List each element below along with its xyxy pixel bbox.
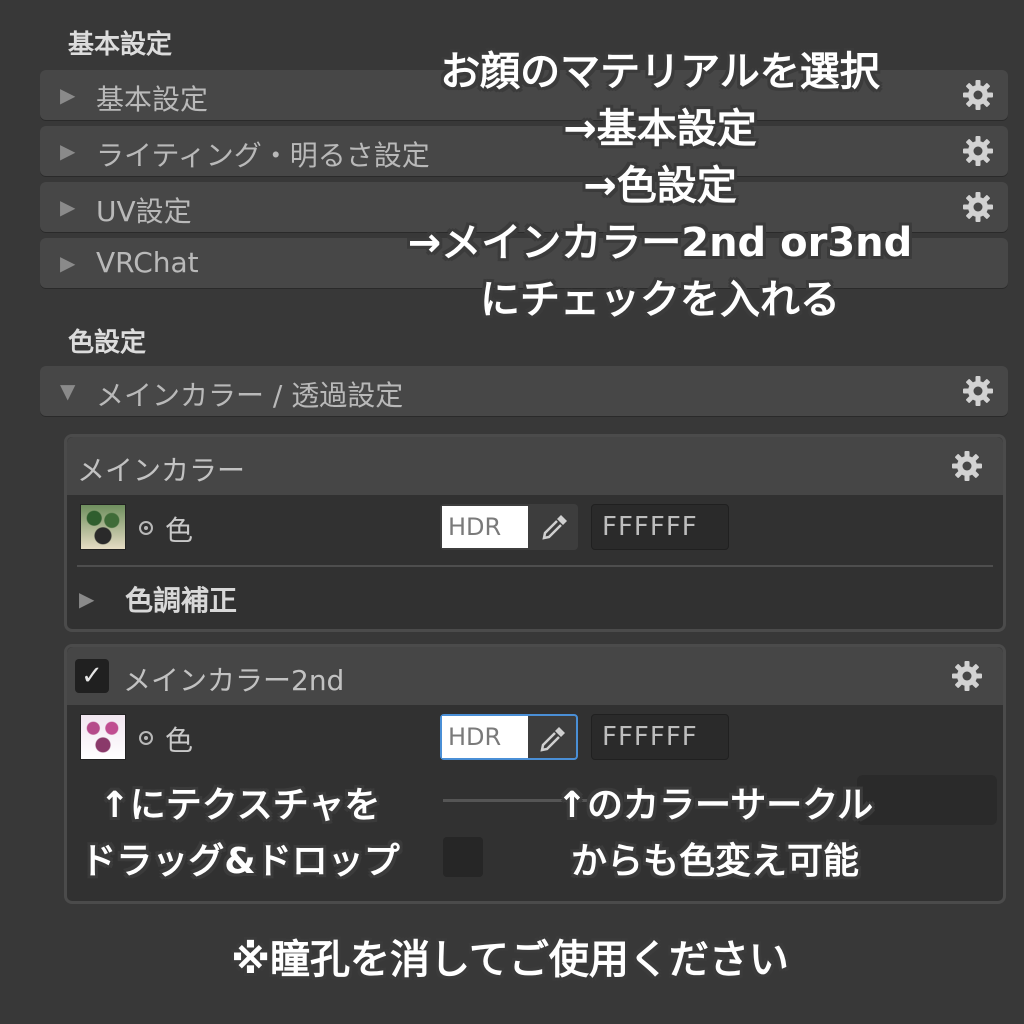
main-color-2nd-header-label: メインカラー2nd xyxy=(123,664,345,697)
hint-line: からも色変え可能 xyxy=(570,841,859,882)
main-color-box: メインカラー 色 HDR FFFFFF ▶ 色調補正 xyxy=(64,434,1006,632)
foldout-main-color-transparency[interactable]: ▼ メインカラー / 透過設定 xyxy=(40,366,1008,416)
basic-settings-section-title: 基本設定 xyxy=(68,30,173,60)
main-color-header-label: メインカラー xyxy=(77,454,246,487)
gear-icon[interactable] xyxy=(951,660,983,692)
expand-triangle-icon: ▶ xyxy=(60,195,76,219)
hdr-swatch: HDR xyxy=(442,716,528,758)
color-circle-hint-caption: ↑のカラーサークル からも色変え可能 xyxy=(500,778,930,890)
hint-line: ドラッグ&ドロップ xyxy=(80,841,400,882)
color-property-label: 色 xyxy=(165,514,194,547)
texture-hint-caption: ↑にテクスチャを ドラッグ&ドロップ xyxy=(40,778,440,890)
gear-icon[interactable] xyxy=(962,375,994,407)
expand-triangle-icon: ▶ xyxy=(60,83,76,107)
inspector-panel: 基本設定 ▶ 基本設定 ▶ ライティング・明るさ設定 ▶ UV設定 ▶ VRCh… xyxy=(0,0,1024,1024)
foldout-label: VRChat xyxy=(96,246,199,279)
option-checkbox[interactable] xyxy=(443,837,483,877)
expand-triangle-icon: ▶ xyxy=(60,251,76,275)
expand-triangle-icon[interactable]: ▶ xyxy=(79,587,94,611)
color-property-label: 色 xyxy=(165,724,194,757)
gear-icon[interactable] xyxy=(951,450,983,482)
divider xyxy=(77,565,993,567)
object-picker-icon[interactable] xyxy=(139,731,153,745)
hex-color-input[interactable]: FFFFFF xyxy=(591,504,729,550)
instruction-line: →基本設定 xyxy=(563,106,757,152)
instruction-line: お顔のマテリアルを選択 xyxy=(440,49,880,95)
hdr-color-field[interactable]: HDR xyxy=(440,714,578,760)
main-color-2nd-box-header: ✓ メインカラー2nd xyxy=(67,647,1003,705)
top-instruction-caption: お顔のマテリアルを選択 →基本設定 →色設定 →メインカラー2nd or3nd … xyxy=(350,44,970,329)
main-texture-thumbnail[interactable] xyxy=(80,504,126,550)
foldout-label: 基本設定 xyxy=(96,83,209,116)
foldout-label: メインカラー / 透過設定 xyxy=(96,379,404,412)
instruction-line: →色設定 xyxy=(583,163,737,209)
hint-line: ↑のカラーサークル xyxy=(556,785,874,826)
main-texture-2nd-thumbnail[interactable] xyxy=(80,714,126,760)
instruction-line: →メインカラー2nd or3nd xyxy=(407,220,913,266)
object-picker-icon[interactable] xyxy=(139,521,153,535)
hdr-color-field[interactable]: HDR xyxy=(440,504,578,550)
color-settings-section-title: 色設定 xyxy=(68,328,147,358)
main-color-box-header: メインカラー xyxy=(67,437,1003,495)
foldout-label: UV設定 xyxy=(96,195,192,228)
hdr-swatch: HDR xyxy=(442,506,528,548)
expand-triangle-icon: ▶ xyxy=(60,139,76,163)
instruction-line: にチェックを入れる xyxy=(480,277,840,323)
main-color-2nd-checkbox[interactable]: ✓ xyxy=(75,659,109,693)
tone-correction-label[interactable]: 色調補正 xyxy=(125,579,237,619)
footer-note-caption: ※瞳孔を消してご使用ください xyxy=(231,937,789,983)
eyedropper-icon[interactable] xyxy=(538,724,568,754)
eyedropper-icon[interactable] xyxy=(540,512,570,542)
hex-color-input[interactable]: FFFFFF xyxy=(591,714,729,760)
collapse-triangle-icon: ▼ xyxy=(60,379,76,403)
hint-line: ↑にテクスチャを xyxy=(99,785,381,826)
